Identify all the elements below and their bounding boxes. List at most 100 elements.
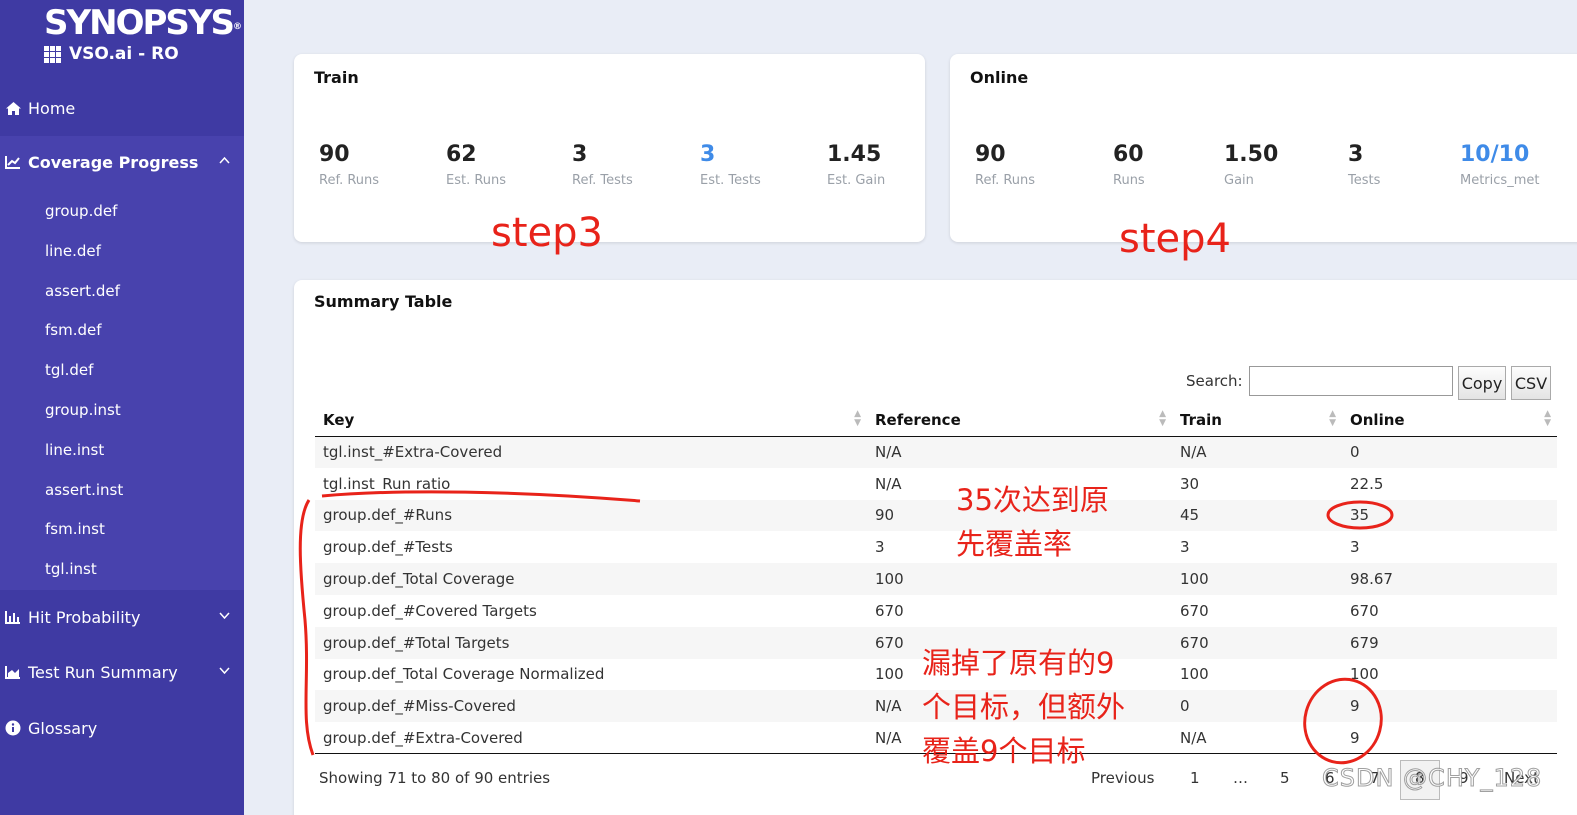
pagination-page[interactable]: 1 — [1190, 769, 1200, 787]
sidebar-subitem[interactable]: group.inst — [45, 401, 121, 419]
pagination-page[interactable]: 5 — [1280, 769, 1290, 787]
metric-value: 3 — [700, 142, 716, 167]
cell-key: group.def_#Miss-Covered — [323, 697, 516, 716]
cell-online: 670 — [1350, 601, 1379, 620]
cell-key: group.def_#Total Targets — [323, 633, 510, 652]
cell-reference: N/A — [875, 443, 902, 462]
sort-icon: ▲ ▼ — [1544, 409, 1551, 428]
cell-key: group.def_Total Coverage — [323, 570, 515, 589]
area-chart-icon — [4, 665, 22, 679]
chevron-down-icon — [219, 609, 230, 622]
cell-online: 98.67 — [1350, 570, 1393, 589]
column-header-key[interactable]: Key ▲ ▼ — [315, 404, 867, 437]
chevron-up-icon — [219, 154, 230, 167]
metric-value: 90 — [975, 142, 1006, 167]
metric-label: Ref. Tests — [572, 173, 633, 188]
copy-button[interactable]: Copy — [1458, 366, 1506, 400]
metric-gain: 1.50 Gain — [1224, 142, 1278, 188]
metric-est-tests: 3 Est. Tests — [700, 142, 761, 188]
sidebar-item-label: Glossary — [28, 718, 98, 738]
cell-train: 3 — [1180, 538, 1190, 557]
cell-key: group.def_#Covered Targets — [323, 601, 537, 620]
card-title: Summary Table — [314, 292, 453, 311]
sidebar-item-coverage-progress[interactable]: Coverage Progress — [0, 136, 244, 188]
sidebar-item-glossary[interactable]: Glossary — [0, 702, 244, 754]
sidebar-item-label: Test Run Summary — [28, 662, 178, 682]
sidebar-subitem[interactable]: fsm.def — [45, 321, 102, 339]
card-title: Online — [970, 68, 1029, 87]
pagination-ellipsis: … — [1233, 769, 1248, 787]
metric-est-runs: 62 Est. Runs — [446, 142, 506, 188]
metric-value: 1.45 — [827, 142, 882, 167]
metric-metrics-met: 10/10 Metrics_met — [1460, 142, 1539, 188]
metric-value: 60 — [1113, 142, 1144, 167]
sidebar: SYNOPSYS® VSO.ai - RO Home Coverage Prog… — [0, 0, 244, 815]
column-header-reference[interactable]: Reference ▲ ▼ — [867, 404, 1172, 437]
metric-value: 1.50 — [1224, 142, 1279, 167]
sidebar-item-label: Coverage Progress — [28, 152, 199, 172]
column-header-online[interactable]: Online ▲ ▼ — [1342, 404, 1557, 437]
synopsys-logo[interactable]: SYNOPSYS® — [44, 4, 242, 42]
column-header-train[interactable]: Train ▲ ▼ — [1172, 404, 1342, 437]
cell-reference: 670 — [875, 601, 904, 620]
cell-reference: 100 — [875, 570, 904, 589]
cell-train: 670 — [1180, 633, 1209, 652]
table-row: group.def_Total Coverage 100 100 98.67 — [315, 563, 1557, 595]
sidebar-item-test-run-summary[interactable]: Test Run Summary — [0, 646, 244, 698]
metric-ref-runs: 90 Ref. Runs — [319, 142, 379, 188]
sidebar-subitem[interactable]: tgl.inst — [45, 560, 97, 578]
metric-label: Runs — [1113, 173, 1145, 188]
cell-train: 670 — [1180, 601, 1209, 620]
cell-online: 679 — [1350, 633, 1379, 652]
csv-button[interactable]: CSV — [1511, 366, 1551, 400]
metric-ref-runs: 90 Ref. Runs — [975, 142, 1035, 188]
annotation-note-targets: 漏掉了原有的9 个目标，但额外 覆盖9个目标 — [922, 646, 1126, 768]
cell-train: 30 — [1180, 474, 1200, 493]
sidebar-subitem[interactable]: line.def — [45, 242, 101, 260]
sidebar-item-label: Home — [28, 98, 76, 118]
cell-train: 0 — [1180, 697, 1190, 716]
table-row: group.def_#Tests 3 3 3 — [315, 531, 1557, 564]
cell-online: 22.5 — [1350, 474, 1384, 493]
metric-label: Metrics_met — [1460, 173, 1540, 188]
sidebar-item-hit-probability[interactable]: Hit Probability — [0, 591, 244, 643]
metric-est-gain: 1.45 Est. Gain — [827, 142, 885, 188]
annotation-step4: step4 — [1119, 216, 1231, 262]
cell-train: 100 — [1180, 570, 1209, 589]
table-row: tgl.inst_#Extra-Covered N/A N/A 0 — [315, 436, 1557, 468]
sidebar-subitem[interactable]: assert.inst — [45, 481, 123, 499]
sidebar-subitem[interactable]: line.inst — [45, 441, 104, 459]
cell-online: 9 — [1350, 728, 1360, 747]
cell-online: 35 — [1350, 506, 1370, 525]
table-row: tgl.inst_Run ratio N/A 30 22.5 — [315, 467, 1557, 500]
cell-key: tgl.inst_Run ratio — [323, 474, 451, 493]
cell-train: N/A — [1180, 443, 1207, 462]
metric-label: Est. Gain — [827, 173, 886, 188]
sidebar-subitem[interactable]: group.def — [45, 202, 117, 220]
sidebar-subitem[interactable]: fsm.inst — [45, 520, 105, 538]
metric-value: 90 — [319, 142, 350, 167]
sidebar-item-home[interactable]: Home — [0, 82, 244, 134]
cell-online: 9 — [1350, 697, 1360, 716]
search-input[interactable] — [1249, 366, 1453, 396]
metric-label: Est. Runs — [446, 173, 507, 188]
apps-grid-icon — [44, 45, 61, 63]
cell-key: group.def_#Runs — [323, 506, 453, 525]
sort-icon: ▲ ▼ — [854, 409, 861, 428]
cell-online: 0 — [1350, 443, 1360, 462]
metric-value: 3 — [572, 142, 588, 167]
sidebar-subitem[interactable]: assert.def — [45, 282, 120, 300]
coverage-progress-submenu: group.def line.def assert.def fsm.def tg… — [0, 188, 244, 590]
cell-key: group.def_Total Coverage Normalized — [323, 665, 605, 684]
metric-value: 3 — [1348, 142, 1364, 167]
sidebar-subitem[interactable]: tgl.def — [45, 361, 93, 379]
registered-mark: ® — [232, 22, 242, 32]
metric-value: 62 — [446, 142, 477, 167]
cell-train: 100 — [1180, 665, 1209, 684]
metric-label: Ref. Runs — [975, 173, 1036, 188]
table-info: Showing 71 to 80 of 90 entries — [319, 769, 551, 787]
card-title: Train — [314, 68, 359, 87]
sort-icon: ▲ ▼ — [1159, 409, 1166, 428]
annotation-step3: step3 — [491, 210, 603, 256]
brand-text: SYNOPSYS — [44, 3, 235, 43]
